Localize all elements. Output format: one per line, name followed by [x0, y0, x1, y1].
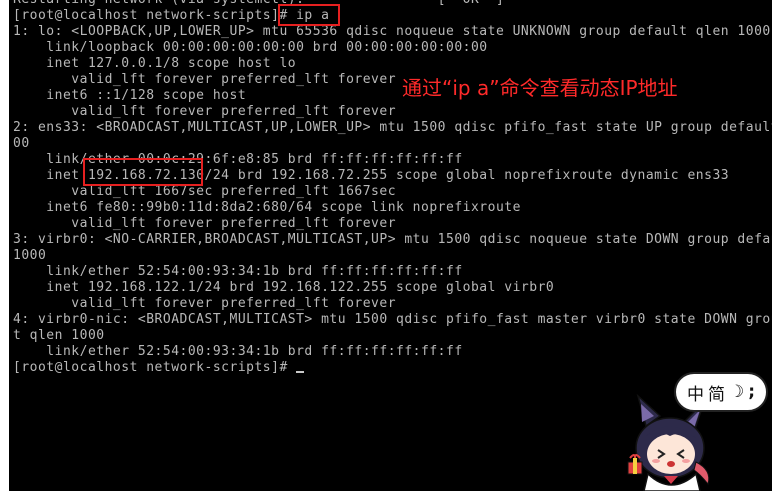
ime-variant-label[interactable]: 简	[708, 380, 725, 405]
terminal-line: valid_lft forever preferred_lft forever	[13, 296, 397, 311]
terminal-line: 3: virbr0: <NO-CARRIER,BROADCAST,MULTICA…	[13, 232, 772, 247]
annotation-text: 通过“ip a”命令查看动态IP地址	[402, 76, 678, 100]
terminal-line: 00	[13, 136, 30, 151]
shell-prompt: [root@localhost network-scripts]#	[13, 360, 297, 375]
terminal-line: link/loopback 00:00:00:00:00:00 brd 00:0…	[13, 40, 488, 55]
terminal-line: inet6 ::1/128 scope host	[13, 88, 247, 103]
terminal-line: valid_lft forever preferred_lft forever	[13, 216, 397, 231]
terminal-line: valid_lft 1667sec preferred_lft 1667sec	[13, 184, 397, 199]
punctuation-icon[interactable]: ;	[748, 382, 755, 402]
terminal-line: inet 127.0.0.1/8 scope host lo	[13, 56, 297, 71]
terminal-line: 2: ens33: <BROADCAST,MULTICAST,UP,LOWER_…	[13, 120, 772, 135]
terminal-line: 1000	[13, 248, 47, 263]
screenshot: Restarting network (via systemctl): [ OK…	[0, 0, 772, 491]
ip-address-highlight-box	[83, 158, 203, 186]
terminal-line: valid_lft forever preferred_lft forever	[13, 104, 397, 119]
terminal-line: link/ether 52:54:00:93:34:1b brd ff:ff:f…	[13, 264, 463, 279]
terminal-line: valid_lft forever preferred_lft forever	[13, 72, 397, 87]
terminal-line: 1: lo: <LOOPBACK,UP,LOWER_UP> mtu 65536 …	[13, 24, 771, 39]
terminal-line: inet 192.168.122.1/24 brd 192.168.122.25…	[13, 280, 555, 295]
terminal-line: inet6 fe80::99b0:11d:8da2:680/64 scope l…	[13, 200, 521, 215]
ime-status-widget[interactable]: 中 简 ☽ ;	[608, 366, 772, 491]
command-highlight-box	[278, 4, 340, 26]
moon-icon[interactable]: ☽	[729, 382, 744, 402]
ime-mode-label[interactable]: 中	[687, 380, 704, 405]
terminal-line: link/ether 52:54:00:93:34:1b brd ff:ff:f…	[13, 344, 463, 359]
terminal-line: 4: virbr0-nic: <BROADCAST,MULTICAST> mtu…	[13, 312, 772, 327]
terminal-prompt-line[interactable]: [root@localhost network-scripts]#	[13, 360, 305, 376]
terminal-cursor	[296, 371, 305, 373]
terminal-line: link/ether 00:0c:29:6f:e8:85 brd ff:ff:f…	[13, 152, 463, 167]
terminal-line: t qlen 1000	[13, 328, 105, 343]
ime-bubble[interactable]: 中 简 ☽ ;	[674, 372, 768, 412]
terminal-line: Restarting network (via systemctl): [ OK…	[13, 0, 504, 8]
